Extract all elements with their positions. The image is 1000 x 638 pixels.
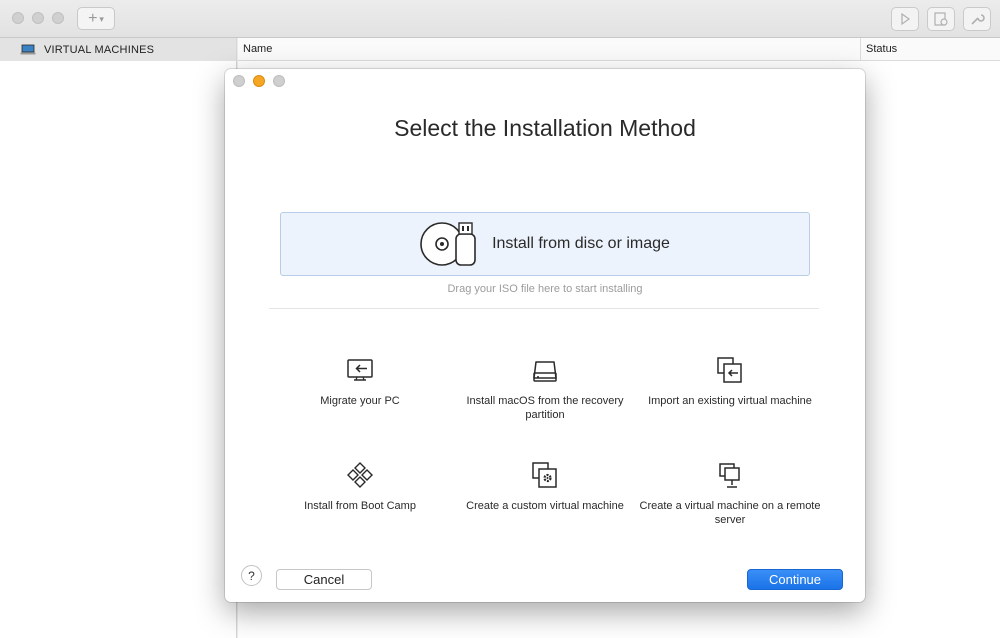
migrate-pc-option[interactable]: Migrate your PC bbox=[265, 356, 455, 408]
hard-drive-icon bbox=[533, 361, 557, 382]
boot-camp-icon bbox=[347, 462, 373, 488]
column-header: Name Status bbox=[238, 38, 1000, 61]
minimize-window-button[interactable] bbox=[32, 12, 44, 24]
sidebar-header-label: VIRTUAL MACHINES bbox=[44, 43, 155, 56]
wrench-icon bbox=[971, 14, 985, 25]
boot-camp-option[interactable]: Install from Boot Camp bbox=[265, 461, 455, 513]
install-from-disc-label: Install from disc or image bbox=[492, 235, 670, 252]
drop-hint: Drag your ISO file here to start install… bbox=[447, 283, 643, 295]
help-button[interactable]: ? bbox=[241, 565, 262, 586]
laptop-icon bbox=[20, 44, 36, 55]
boot-camp-label: Install from Boot Camp bbox=[304, 500, 416, 512]
install-macos-recovery-label: Install macOS from the recovery partitio… bbox=[466, 395, 624, 421]
column-name[interactable]: Name bbox=[238, 38, 861, 60]
dialog-minimize-button[interactable] bbox=[253, 75, 265, 87]
main-titlebar: + ▾ bbox=[0, 0, 1000, 38]
install-macos-recovery-option[interactable]: Install macOS from the recovery partitio… bbox=[450, 356, 640, 422]
close-window-button[interactable] bbox=[12, 12, 24, 24]
import-vm-option[interactable]: Import an existing virtual machine bbox=[635, 356, 825, 408]
custom-vm-option[interactable]: Create a custom virtual machine bbox=[450, 461, 640, 513]
start-vm-button[interactable] bbox=[891, 7, 919, 31]
plus-icon: + bbox=[88, 9, 98, 27]
custom-vm-label: Create a custom virtual machine bbox=[466, 500, 624, 512]
dialog-close-button[interactable] bbox=[233, 75, 245, 87]
remote-server-icon bbox=[719, 463, 740, 488]
custom-vm-icon bbox=[532, 462, 557, 488]
zoom-window-button[interactable] bbox=[52, 12, 64, 24]
settings-button[interactable] bbox=[963, 7, 991, 31]
add-vm-button[interactable]: + ▾ bbox=[77, 7, 115, 30]
divider bbox=[269, 308, 819, 309]
continue-button[interactable]: Continue bbox=[747, 569, 843, 590]
import-vm-icon bbox=[717, 357, 742, 383]
cancel-button[interactable]: Cancel bbox=[276, 569, 372, 590]
dialog-title: Select the Installation Method bbox=[394, 115, 696, 141]
dialog-zoom-button[interactable] bbox=[273, 75, 285, 87]
sidebar: VIRTUAL MACHINES bbox=[0, 38, 237, 638]
remote-server-option[interactable]: Create a virtual machine on a remote ser… bbox=[635, 461, 825, 527]
install-from-disc-option[interactable]: Install from disc or image bbox=[280, 212, 810, 276]
chevron-down-icon: ▾ bbox=[99, 14, 104, 24]
column-status[interactable]: Status bbox=[861, 43, 897, 55]
migrate-pc-icon bbox=[347, 359, 373, 381]
snapshot-icon bbox=[934, 12, 948, 26]
play-icon bbox=[901, 12, 911, 26]
import-vm-label: Import an existing virtual machine bbox=[648, 395, 812, 407]
disc-usb-icon bbox=[420, 222, 476, 266]
sidebar-header-virtual-machines[interactable]: VIRTUAL MACHINES bbox=[0, 38, 236, 61]
migrate-pc-label: Migrate your PC bbox=[320, 395, 400, 407]
installation-method-dialog: Select the Installation Method Install f… bbox=[225, 69, 865, 602]
snapshot-button[interactable] bbox=[927, 7, 955, 31]
remote-server-label: Create a virtual machine on a remote ser… bbox=[639, 500, 821, 526]
